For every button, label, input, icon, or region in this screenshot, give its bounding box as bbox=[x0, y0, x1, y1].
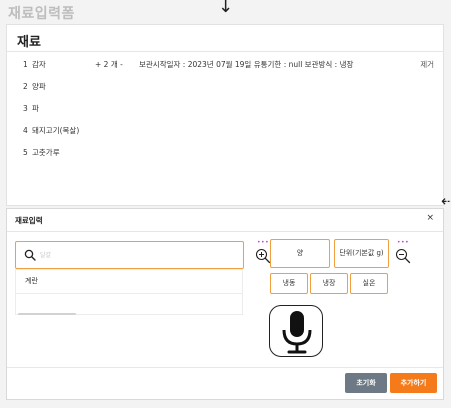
dots-icon: ••• bbox=[257, 239, 270, 246]
ingredient-row: 1 감자 + 2 개 - 보관시작일자 : 2023년 07월 19일 유통기한… bbox=[7, 54, 443, 76]
ingredient-name: 고춧가루 bbox=[32, 148, 60, 157]
ingredient-input-modal: 재료입력 × 계란 ••• 양 단위(기본값 g) ••• 냉동 냉장 실온 bbox=[6, 208, 444, 400]
search-input[interactable] bbox=[40, 246, 238, 264]
storage-fridge-button[interactable]: 냉장 bbox=[310, 273, 348, 294]
dots-icon: ••• bbox=[397, 239, 410, 246]
arrow-down-icon: ↓ bbox=[218, 0, 234, 17]
unit-button[interactable]: 단위(기본값 g) bbox=[334, 239, 389, 268]
microphone-icon bbox=[282, 311, 312, 354]
ingredient-row: 4 돼지고기(목살) bbox=[7, 120, 443, 142]
ingredient-name: 감자 bbox=[32, 60, 46, 69]
microphone-button[interactable] bbox=[269, 305, 323, 357]
modal-footer-divider bbox=[7, 367, 443, 368]
quantity-stepper[interactable]: + 2 개 - bbox=[95, 54, 123, 76]
add-button[interactable]: 추가하기 bbox=[390, 373, 437, 393]
modal-title: 재료입력 bbox=[15, 216, 43, 225]
card-title: 재료 bbox=[17, 35, 41, 50]
ingredient-row: 2 양파 bbox=[7, 76, 443, 98]
arrow-left-icon[interactable]: ⇠ bbox=[441, 194, 451, 209]
search-result-item[interactable]: 계란 bbox=[16, 270, 242, 294]
horizontal-scrollbar[interactable] bbox=[18, 313, 76, 315]
storage-info: 보관시작일자 : 2023년 07월 19일 유통기한 : null 보관방식 … bbox=[139, 60, 354, 69]
search-box[interactable] bbox=[15, 241, 244, 269]
page-title: 재료입력폼 bbox=[8, 6, 75, 22]
amount-button[interactable]: 양 bbox=[270, 239, 330, 268]
storage-frozen-button[interactable]: 냉동 bbox=[270, 273, 308, 294]
ingredient-number: 5 bbox=[23, 148, 28, 157]
ingredient-number: 1 bbox=[23, 60, 28, 69]
ingredient-name: 돼지고기(목살) bbox=[32, 126, 80, 135]
modal-divider bbox=[7, 231, 443, 232]
delete-button[interactable]: 제거 bbox=[420, 54, 434, 76]
ingredient-name: 양파 bbox=[32, 82, 46, 91]
ingredient-number: 2 bbox=[23, 82, 28, 91]
ingredient-number: 4 bbox=[23, 126, 28, 135]
zoom-out-icon[interactable] bbox=[395, 248, 411, 264]
search-icon bbox=[24, 249, 36, 261]
storage-room-button[interactable]: 실온 bbox=[350, 273, 388, 294]
ingredient-row: 3 파 bbox=[7, 98, 443, 120]
ingredient-card: 재료 1 감자 + 2 개 - 보관시작일자 : 2023년 07월 19일 유… bbox=[6, 24, 444, 206]
ingredient-row: 5 고춧가루 bbox=[7, 142, 443, 164]
ingredient-number: 3 bbox=[23, 104, 28, 113]
close-icon[interactable]: × bbox=[426, 213, 434, 223]
zoom-in-icon[interactable] bbox=[255, 248, 271, 264]
ingredient-name: 파 bbox=[32, 104, 39, 113]
reset-button[interactable]: 초기화 bbox=[345, 373, 387, 393]
card-divider bbox=[7, 51, 443, 52]
search-result-list: 계란 bbox=[15, 269, 243, 315]
